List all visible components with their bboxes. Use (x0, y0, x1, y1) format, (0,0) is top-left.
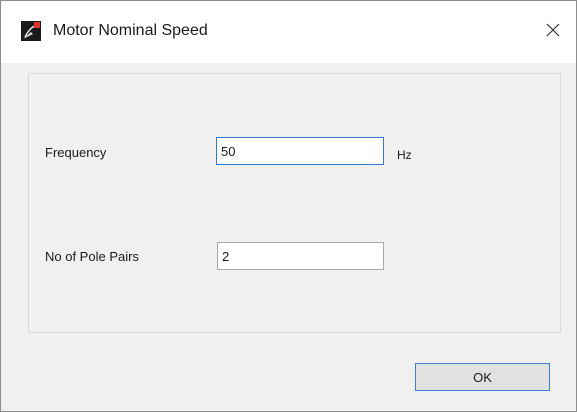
pole-pairs-input[interactable] (217, 242, 384, 270)
frequency-unit: Hz (397, 148, 412, 162)
frequency-input[interactable] (216, 137, 384, 165)
motor-app-icon (21, 21, 41, 41)
frequency-label: Frequency (45, 145, 107, 160)
title-bar: Motor Nominal Speed (1, 1, 576, 63)
dialog-title: Motor Nominal Speed (53, 22, 208, 39)
dialog-window: Motor Nominal Speed Frequency Hz No of P… (0, 0, 577, 412)
pole-pairs-label: No of Pole Pairs (45, 249, 139, 264)
ok-button[interactable]: OK (415, 363, 550, 391)
close-icon (546, 23, 560, 42)
settings-panel (28, 73, 561, 333)
close-button[interactable] (530, 15, 576, 49)
